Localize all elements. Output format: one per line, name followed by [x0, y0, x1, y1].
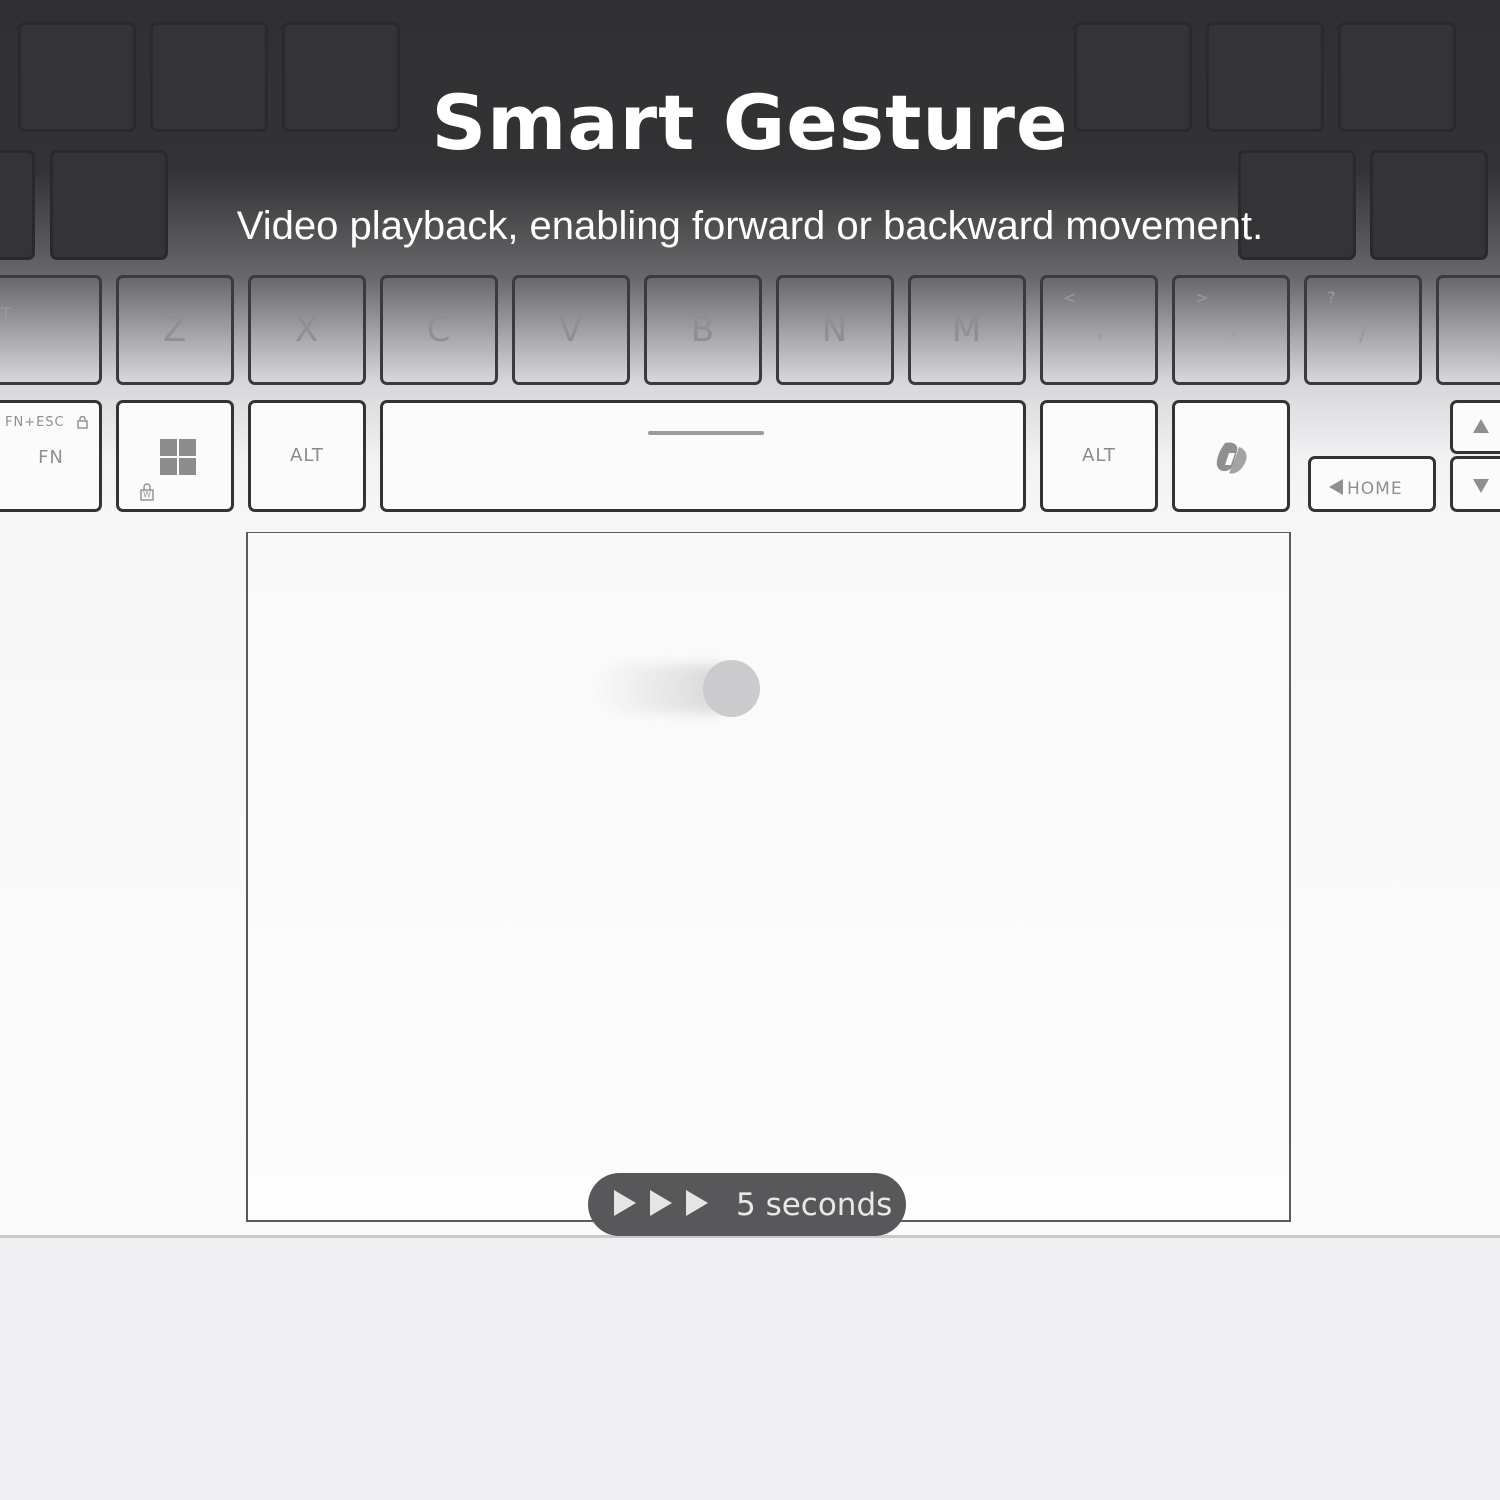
page-subtitle: Video playback, enabling forward or back… [236, 204, 1264, 248]
key-shift-symbol: ? [1327, 288, 1336, 307]
key-shift-right [1436, 275, 1500, 385]
key-label: N [821, 310, 849, 350]
key-arrow-down [1450, 456, 1500, 512]
key-shift-left: T [0, 275, 102, 385]
key-b: B [644, 275, 762, 385]
touchpad[interactable] [246, 532, 1291, 1222]
finger-touch-point [703, 660, 760, 717]
key-c: C [380, 275, 498, 385]
key-label: X [294, 310, 320, 350]
key-z: Z [116, 275, 234, 385]
key-label: Z [162, 310, 188, 350]
seek-indicator: 5 seconds [588, 1173, 906, 1236]
key-slash: ? / [1304, 275, 1422, 385]
key-alt-left: ALT [248, 400, 366, 512]
key-n: N [776, 275, 894, 385]
key-label: B [690, 310, 716, 350]
keyboard-deck: T Z X C V B N M < , > . ? / FN+ESC FN W … [0, 0, 1500, 530]
key-label: FN [38, 447, 64, 468]
key-x: X [248, 275, 366, 385]
key-label: ALT [1082, 445, 1116, 466]
seek-indicator-label: 5 seconds [736, 1187, 893, 1223]
key-label: HOME [1347, 479, 1403, 499]
key-label: V [558, 310, 584, 350]
key-arrow-up [1450, 400, 1500, 454]
key-symbol: , [1097, 318, 1104, 343]
key-m: M [908, 275, 1026, 385]
key-spacebar [380, 400, 1026, 512]
key-shift-symbol: < [1063, 288, 1077, 307]
arrow-left-icon [1329, 479, 1343, 495]
key-period: > . [1172, 275, 1290, 385]
key-label: C [426, 310, 452, 350]
windows-logo-icon [160, 439, 197, 476]
key-alt-right: ALT [1040, 400, 1158, 512]
laptop-front-edge [0, 1238, 1500, 1500]
key-windows: W [116, 400, 234, 512]
fast-forward-icon [614, 1190, 714, 1220]
key-copilot [1172, 400, 1290, 512]
key-home: HOME [1308, 456, 1436, 512]
key-symbol: . [1229, 318, 1236, 343]
key-fn: FN+ESC FN [0, 400, 102, 512]
key-partial-label: T [1, 304, 11, 323]
key-label: ALT [290, 445, 324, 466]
key-v: V [512, 275, 630, 385]
spacebar-ridge [648, 431, 764, 435]
smart-gesture-slide: T Z X C V B N M < , > . ? / FN+ESC FN W … [0, 0, 1500, 1500]
padlock-icon [77, 416, 88, 429]
key-comma: < , [1040, 275, 1158, 385]
key-symbol: / [1359, 314, 1369, 347]
page-title: Smart Gesture [431, 78, 1069, 167]
arrow-down-icon [1473, 479, 1489, 493]
windows-lock-letter: W [143, 490, 151, 499]
copilot-icon [1216, 442, 1247, 474]
arrow-up-icon [1473, 419, 1489, 433]
key-label: M [951, 310, 983, 350]
key-shift-symbol: > [1195, 288, 1209, 307]
